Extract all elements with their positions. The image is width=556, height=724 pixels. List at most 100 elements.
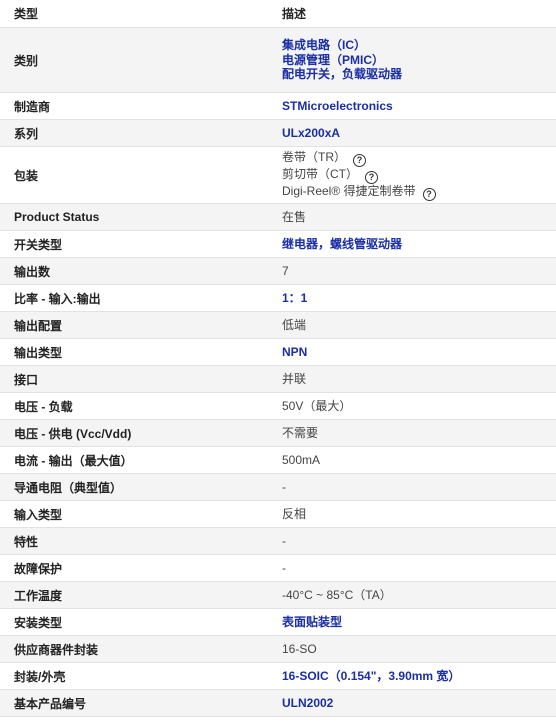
attribute-row: 接口 并联 bbox=[0, 365, 556, 393]
value-text: -40°C ~ 85°C（TA） bbox=[282, 587, 392, 602]
description-column-header: 描述 bbox=[267, 0, 556, 28]
attribute-value: 继电器，螺线管驱动器 bbox=[267, 230, 556, 258]
attribute-label: 输出类型 bbox=[0, 338, 267, 366]
value-text: 500mA bbox=[282, 452, 321, 467]
attribute-label: 输入类型 bbox=[0, 500, 267, 528]
value-text: Digi-Reel® 得捷定制卷带 bbox=[282, 183, 416, 198]
attribute-row: 基本产品编号 ULN2002 bbox=[0, 689, 556, 717]
attribute-row: 特性 - bbox=[0, 527, 556, 555]
attribute-row: 开关类型 继电器，螺线管驱动器 bbox=[0, 230, 556, 258]
attribute-value: 7 bbox=[267, 257, 556, 285]
attribute-row: 电压 - 负载 50V（最大） bbox=[0, 392, 556, 420]
value-link[interactable]: 16-SOIC（0.154"，3.90mm 宽） bbox=[282, 669, 460, 683]
attribute-label: 输出数 bbox=[0, 257, 267, 285]
value-text: - bbox=[282, 533, 286, 548]
attribute-label: 电压 - 负载 bbox=[0, 392, 267, 420]
value-text: 7 bbox=[282, 263, 289, 278]
attribute-value: - bbox=[267, 527, 556, 555]
attribute-label: 开关类型 bbox=[0, 230, 267, 258]
attribute-value: - bbox=[267, 554, 556, 582]
attribute-label: 导通电阻（典型值） bbox=[0, 473, 267, 501]
attribute-value: NPN bbox=[267, 338, 556, 366]
attribute-value: -40°C ~ 85°C（TA） bbox=[267, 581, 556, 609]
attribute-row: 导通电阻（典型值） - bbox=[0, 473, 556, 501]
table-header-row: 类型 描述 bbox=[0, 0, 556, 28]
attribute-label: 故障保护 bbox=[0, 554, 267, 582]
attribute-value: 集成电路（IC） 电源管理（PMIC） 配电开关，负载驱动器 bbox=[267, 27, 556, 93]
value-link[interactable]: ULN2002 bbox=[282, 696, 333, 710]
value-link[interactable]: 继电器，螺线管驱动器 bbox=[282, 237, 402, 251]
value-link[interactable]: 电源管理（PMIC） bbox=[282, 53, 384, 67]
attribute-row: 制造商 STMicroelectronics bbox=[0, 92, 556, 120]
attribute-value: - bbox=[267, 473, 556, 501]
attribute-row: 输出数 7 bbox=[0, 257, 556, 285]
value-text: 16-SO bbox=[282, 641, 317, 656]
value-link[interactable]: STMicroelectronics bbox=[282, 99, 393, 113]
value-text: - bbox=[282, 479, 286, 494]
attribute-value: 1：1 bbox=[267, 284, 556, 312]
attribute-label: 制造商 bbox=[0, 92, 267, 120]
attribute-value: ULx200xA bbox=[267, 119, 556, 147]
attribute-label: 安装类型 bbox=[0, 608, 267, 636]
attribute-label: 封装/外壳 bbox=[0, 662, 267, 690]
attribute-label: 系列 bbox=[0, 119, 267, 147]
attribute-value: 在售 bbox=[267, 203, 556, 231]
value-text: 反相 bbox=[282, 506, 307, 521]
attribute-row: 包装 卷带（TR）? 剪切带（CT）? Digi-Reel® 得捷定制卷带? bbox=[0, 146, 556, 204]
value-link[interactable]: NPN bbox=[282, 345, 307, 359]
value-text: 低端 bbox=[282, 317, 307, 332]
attribute-row: 封装/外壳 16-SOIC（0.154"，3.90mm 宽） bbox=[0, 662, 556, 690]
attribute-label: 输出配置 bbox=[0, 311, 267, 339]
attribute-label: 类别 bbox=[0, 27, 267, 93]
attribute-value: 表面贴装型 bbox=[267, 608, 556, 636]
attribute-value: 卷带（TR）? 剪切带（CT）? Digi-Reel® 得捷定制卷带? bbox=[267, 146, 556, 204]
attribute-value: STMicroelectronics bbox=[267, 92, 556, 120]
attribute-value: 500mA bbox=[267, 446, 556, 474]
attribute-value: 不需要 bbox=[267, 419, 556, 447]
attribute-row: Product Status 在售 bbox=[0, 203, 556, 231]
attribute-label: 接口 bbox=[0, 365, 267, 393]
attribute-row: 比率 - 输入:输出 1：1 bbox=[0, 284, 556, 312]
attribute-row: 安装类型 表面贴装型 bbox=[0, 608, 556, 636]
value-link[interactable]: ULx200xA bbox=[282, 126, 340, 140]
attribute-value: 16-SO bbox=[267, 635, 556, 663]
attribute-label: 包装 bbox=[0, 146, 267, 204]
value-text: 并联 bbox=[282, 371, 307, 386]
attribute-label: 比率 - 输入:输出 bbox=[0, 284, 267, 312]
attribute-row: 电压 - 供电 (Vcc/Vdd) 不需要 bbox=[0, 419, 556, 447]
attribute-row: 故障保护 - bbox=[0, 554, 556, 582]
value-text: 不需要 bbox=[282, 425, 319, 440]
question-circle-icon[interactable]: ? bbox=[353, 153, 366, 167]
attribute-value: 低端 bbox=[267, 311, 556, 339]
attribute-label: 电压 - 供电 (Vcc/Vdd) bbox=[0, 419, 267, 447]
value-link[interactable]: 集成电路（IC） bbox=[282, 38, 366, 52]
value-link[interactable]: 配电开关，负载驱动器 bbox=[282, 67, 402, 81]
attribute-value: 并联 bbox=[267, 365, 556, 393]
question-circle-icon[interactable]: ? bbox=[422, 187, 436, 201]
attribute-value: 50V（最大） bbox=[267, 392, 556, 420]
type-column-header: 类型 bbox=[0, 0, 267, 28]
attribute-label: 基本产品编号 bbox=[0, 689, 267, 717]
value-text: 剪切带（CT） bbox=[282, 166, 358, 181]
attribute-row: 类别 集成电路（IC） 电源管理（PMIC） 配电开关，负载驱动器 bbox=[0, 27, 556, 93]
attribute-row: 供应商器件封装 16-SO bbox=[0, 635, 556, 663]
attribute-value: 16-SOIC（0.154"，3.90mm 宽） bbox=[267, 662, 556, 690]
attribute-row: 输入类型 反相 bbox=[0, 500, 556, 528]
attribute-label: 电流 - 输出（最大值） bbox=[0, 446, 267, 474]
value-text: - bbox=[282, 560, 286, 575]
value-link[interactable]: 表面贴装型 bbox=[282, 615, 342, 629]
attribute-value: ULN2002 bbox=[267, 689, 556, 717]
value-text: 在售 bbox=[282, 209, 307, 224]
attribute-row: 输出类型 NPN bbox=[0, 338, 556, 366]
attribute-row: 系列 ULx200xA bbox=[0, 119, 556, 147]
value-text: 卷带（TR） bbox=[282, 149, 346, 164]
attribute-label: 工作温度 bbox=[0, 581, 267, 609]
attribute-label: Product Status bbox=[0, 203, 267, 231]
product-attributes-table: 类型 描述 类别 集成电路（IC） 电源管理（PMIC） 配电开关，负载驱动器 制造商 S… bbox=[0, 0, 556, 717]
attribute-value: 反相 bbox=[267, 500, 556, 528]
question-circle-icon[interactable]: ? bbox=[365, 170, 378, 184]
attribute-label: 特性 bbox=[0, 527, 267, 555]
value-link[interactable]: 1：1 bbox=[282, 291, 307, 305]
attribute-label: 供应商器件封装 bbox=[0, 635, 267, 663]
attribute-row: 输出配置 低端 bbox=[0, 311, 556, 339]
